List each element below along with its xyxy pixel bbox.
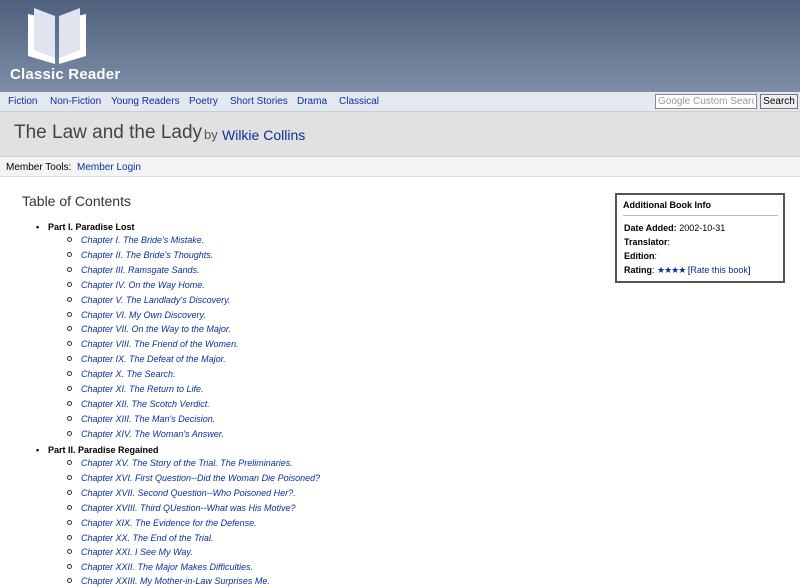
- part-title: • Part II. Paradise Regained: [36, 445, 159, 455]
- nav-non-fiction[interactable]: Non-Fiction: [50, 96, 101, 107]
- chapter-link[interactable]: Chapter III. Ramsgate Sands.: [67, 265, 200, 275]
- rating-row: Rating: ★★★★ [Rate this book]: [624, 265, 751, 275]
- nav-fiction[interactable]: Fiction: [8, 96, 37, 107]
- chapter-link[interactable]: Chapter VI. My Own Discovery.: [67, 310, 206, 320]
- edition-row: Edition:: [624, 251, 658, 261]
- by-label: by: [204, 127, 218, 142]
- chapter-link[interactable]: Chapter XXI. I See My Way.: [67, 547, 193, 557]
- author-link[interactable]: Wilkie Collins: [222, 127, 305, 143]
- chapter-link[interactable]: Chapter XX. The End of the Trial.: [67, 533, 213, 543]
- chapter-link[interactable]: Chapter XIII. The Man's Decision.: [67, 414, 215, 424]
- chapter-link[interactable]: Chapter XVIII. Third QUestion--What was …: [67, 503, 296, 513]
- chapter-link[interactable]: Chapter X. The Search.: [67, 369, 176, 379]
- chapter-link[interactable]: Chapter XXIII. My Mother-in-Law Surprise…: [67, 576, 270, 586]
- chapter-link[interactable]: Chapter VII. On the Way to the Major.: [67, 324, 231, 334]
- chapter-link[interactable]: Chapter XII. The Scotch Verdict.: [67, 399, 210, 409]
- info-divider: [623, 215, 778, 216]
- toc-heading: Table of Contents: [22, 193, 131, 209]
- nav-drama[interactable]: Drama: [297, 96, 327, 107]
- chapter-link[interactable]: Chapter IX. The Defeat of the Major.: [67, 354, 226, 364]
- search-button[interactable]: Search: [760, 94, 798, 109]
- book-title-bar: The Law and the Lady by Wilkie Collins: [0, 112, 800, 157]
- nav-short-stories[interactable]: Short Stories: [230, 96, 288, 107]
- part-title: • Part I. Paradise Lost: [36, 222, 135, 232]
- info-box-title: Additional Book Info: [623, 200, 711, 210]
- chapter-link[interactable]: Chapter XV. The Story of the Trial. The …: [67, 458, 293, 468]
- member-tools-bar: Member Tools: Member Login: [0, 157, 800, 177]
- additional-book-info: Additional Book Info Date Added: 2002-10…: [615, 193, 785, 283]
- chapter-link[interactable]: Chapter V. The Landlady's Discovery.: [67, 295, 230, 305]
- chapter-link[interactable]: Chapter XIX. The Evidence for the Defens…: [67, 518, 257, 528]
- search-input[interactable]: [655, 94, 757, 109]
- open-book-icon[interactable]: [22, 4, 92, 66]
- chapter-link[interactable]: Chapter XIV. The Woman's Answer.: [67, 429, 224, 439]
- chapter-link[interactable]: Chapter XVI. First Question--Did the Wom…: [67, 473, 320, 483]
- chapter-link[interactable]: Chapter XI. The Return to Life.: [67, 384, 204, 394]
- nav-young-readers[interactable]: Young Readers: [111, 96, 180, 107]
- nav-classical[interactable]: Classical: [339, 96, 379, 107]
- chapter-link[interactable]: Chapter VIII. The Friend of the Women.: [67, 339, 239, 349]
- chapter-link[interactable]: Chapter IV. On the Way Home.: [67, 280, 205, 290]
- member-tools-label: Member Tools:: [6, 162, 72, 173]
- date-added-row: Date Added: 2002-10-31: [624, 223, 726, 233]
- rate-this-book-link[interactable]: Rate this book: [690, 265, 748, 275]
- chapter-link[interactable]: Chapter XXII. The Major Makes Difficulti…: [67, 562, 253, 572]
- site-header: Classic Reader: [0, 0, 800, 92]
- translator-row: Translator:: [624, 237, 671, 247]
- nav-poetry[interactable]: Poetry: [189, 96, 218, 107]
- book-title: The Law and the Lady: [14, 122, 203, 143]
- site-logo-text[interactable]: Classic Reader: [10, 66, 120, 83]
- rating-stars-icon: ★★★★: [657, 265, 686, 275]
- chapter-link[interactable]: Chapter I. The Bride's Mistake.: [67, 235, 204, 245]
- member-login-link[interactable]: Member Login: [77, 162, 141, 173]
- chapter-link[interactable]: Chapter XVII. Second Question--Who Poiso…: [67, 488, 296, 498]
- chapter-link[interactable]: Chapter II. The Bride's Thoughts.: [67, 250, 213, 260]
